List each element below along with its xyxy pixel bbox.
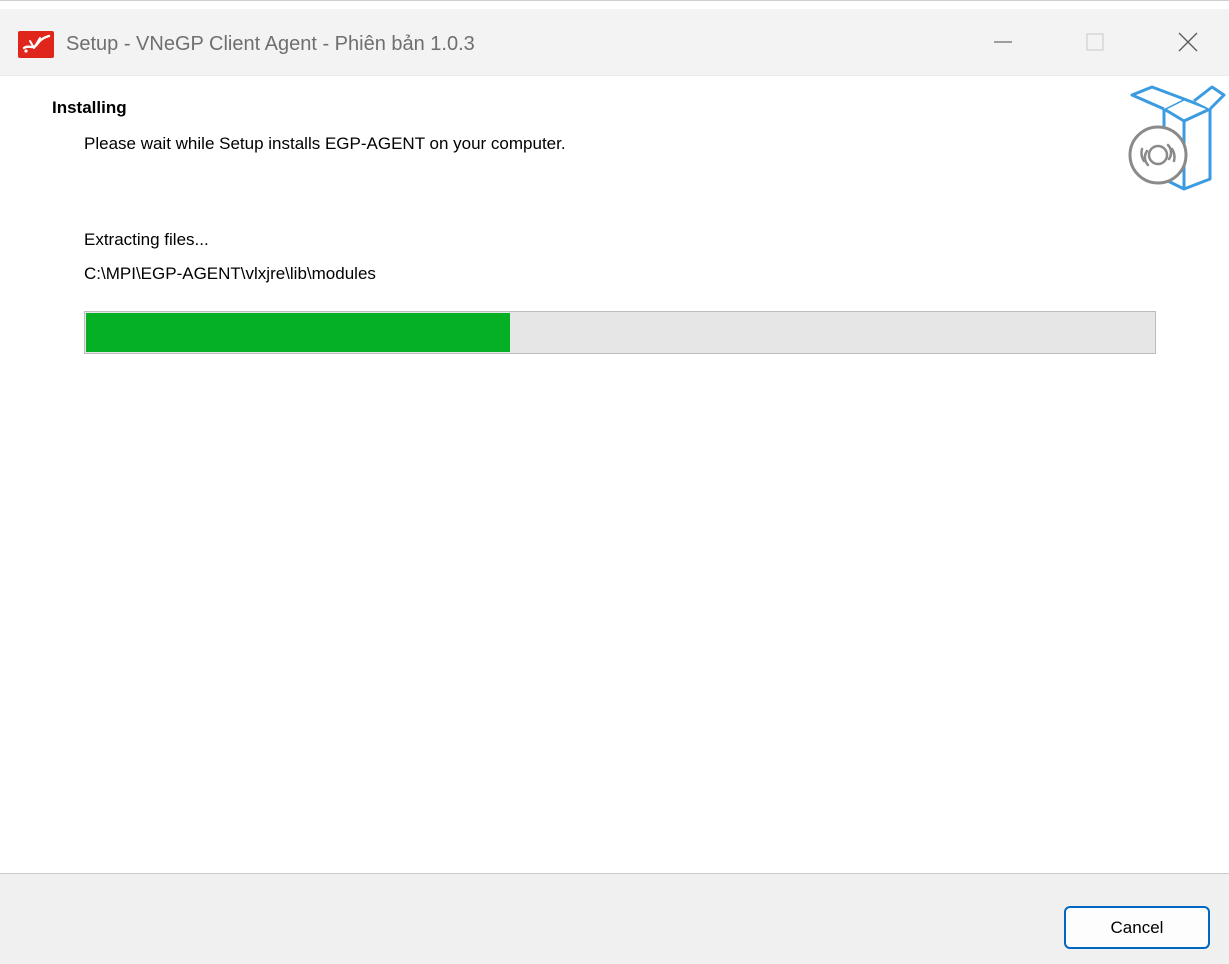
setup-window: Setup - VNeGP Client Agent - Phiên bản 1…	[0, 0, 1229, 964]
window-title: Setup - VNeGP Client Agent - Phiên bản 1…	[66, 33, 475, 55]
install-progress-bar	[84, 311, 1156, 354]
button-bar: Cancel	[0, 873, 1229, 964]
cancel-button[interactable]: Cancel	[1064, 906, 1210, 949]
page-subtitle: Please wait while Setup installs EGP-AGE…	[84, 134, 566, 153]
maximize-button[interactable]	[1052, 9, 1138, 75]
maximize-icon	[1085, 32, 1105, 52]
minimize-button[interactable]	[960, 9, 1046, 75]
vnegp-logo-icon	[18, 31, 54, 58]
current-file-path: C:\MPI\EGP-AGENT\vlxjre\lib\modules	[84, 264, 376, 283]
title-bar[interactable]: Setup - VNeGP Client Agent - Phiên bản 1…	[0, 9, 1229, 76]
progress-bar-fill	[86, 313, 510, 352]
software-box-disc-icon	[1122, 81, 1226, 191]
install-status-text: Extracting files...	[84, 230, 209, 249]
close-icon	[1177, 31, 1199, 53]
page-title: Installing	[52, 98, 127, 117]
close-button[interactable]	[1145, 9, 1229, 75]
minimize-icon	[993, 32, 1013, 52]
